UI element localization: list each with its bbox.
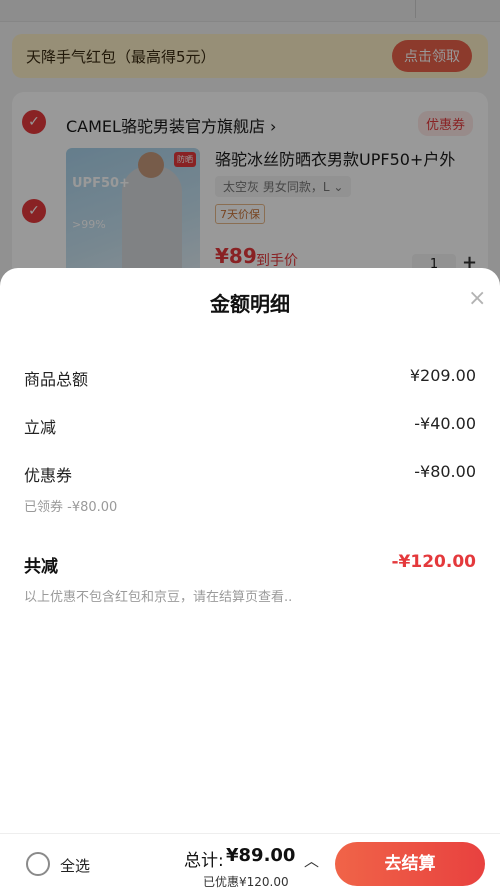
amount-detail-sheet [0, 268, 500, 894]
total-label: 总计: [184, 851, 224, 871]
checkout-button[interactable]: 去结算 [335, 842, 485, 886]
total-value: ¥89.00 [226, 845, 296, 866]
sheet-footer-note: 以上优惠不包含红包和京豆，请在结算页查看.. [24, 590, 293, 605]
total-reduction-value: -¥120.00 [391, 552, 477, 572]
saved-amount: 已优惠¥120.00 [203, 875, 289, 889]
chevron-up-icon[interactable]: ︿ [304, 850, 319, 871]
select-all-radio[interactable] [26, 852, 50, 876]
total-reduction-label: 共减 [24, 557, 58, 577]
close-icon[interactable]: × [468, 286, 486, 311]
row-value-discount: -¥40.00 [414, 414, 476, 433]
row-value-coupon: -¥80.00 [414, 462, 476, 481]
row-label-coupon: 优惠券 [24, 466, 73, 485]
select-all-label[interactable]: 全选 [60, 855, 90, 876]
row-label-discount: 立减 [24, 418, 57, 437]
row-value-subtotal: ¥209.00 [409, 366, 476, 385]
sheet-title: 金额明细 [210, 292, 290, 316]
coupon-note: 已领券 -¥80.00 [24, 500, 118, 515]
row-label-subtotal: 商品总额 [24, 370, 89, 389]
